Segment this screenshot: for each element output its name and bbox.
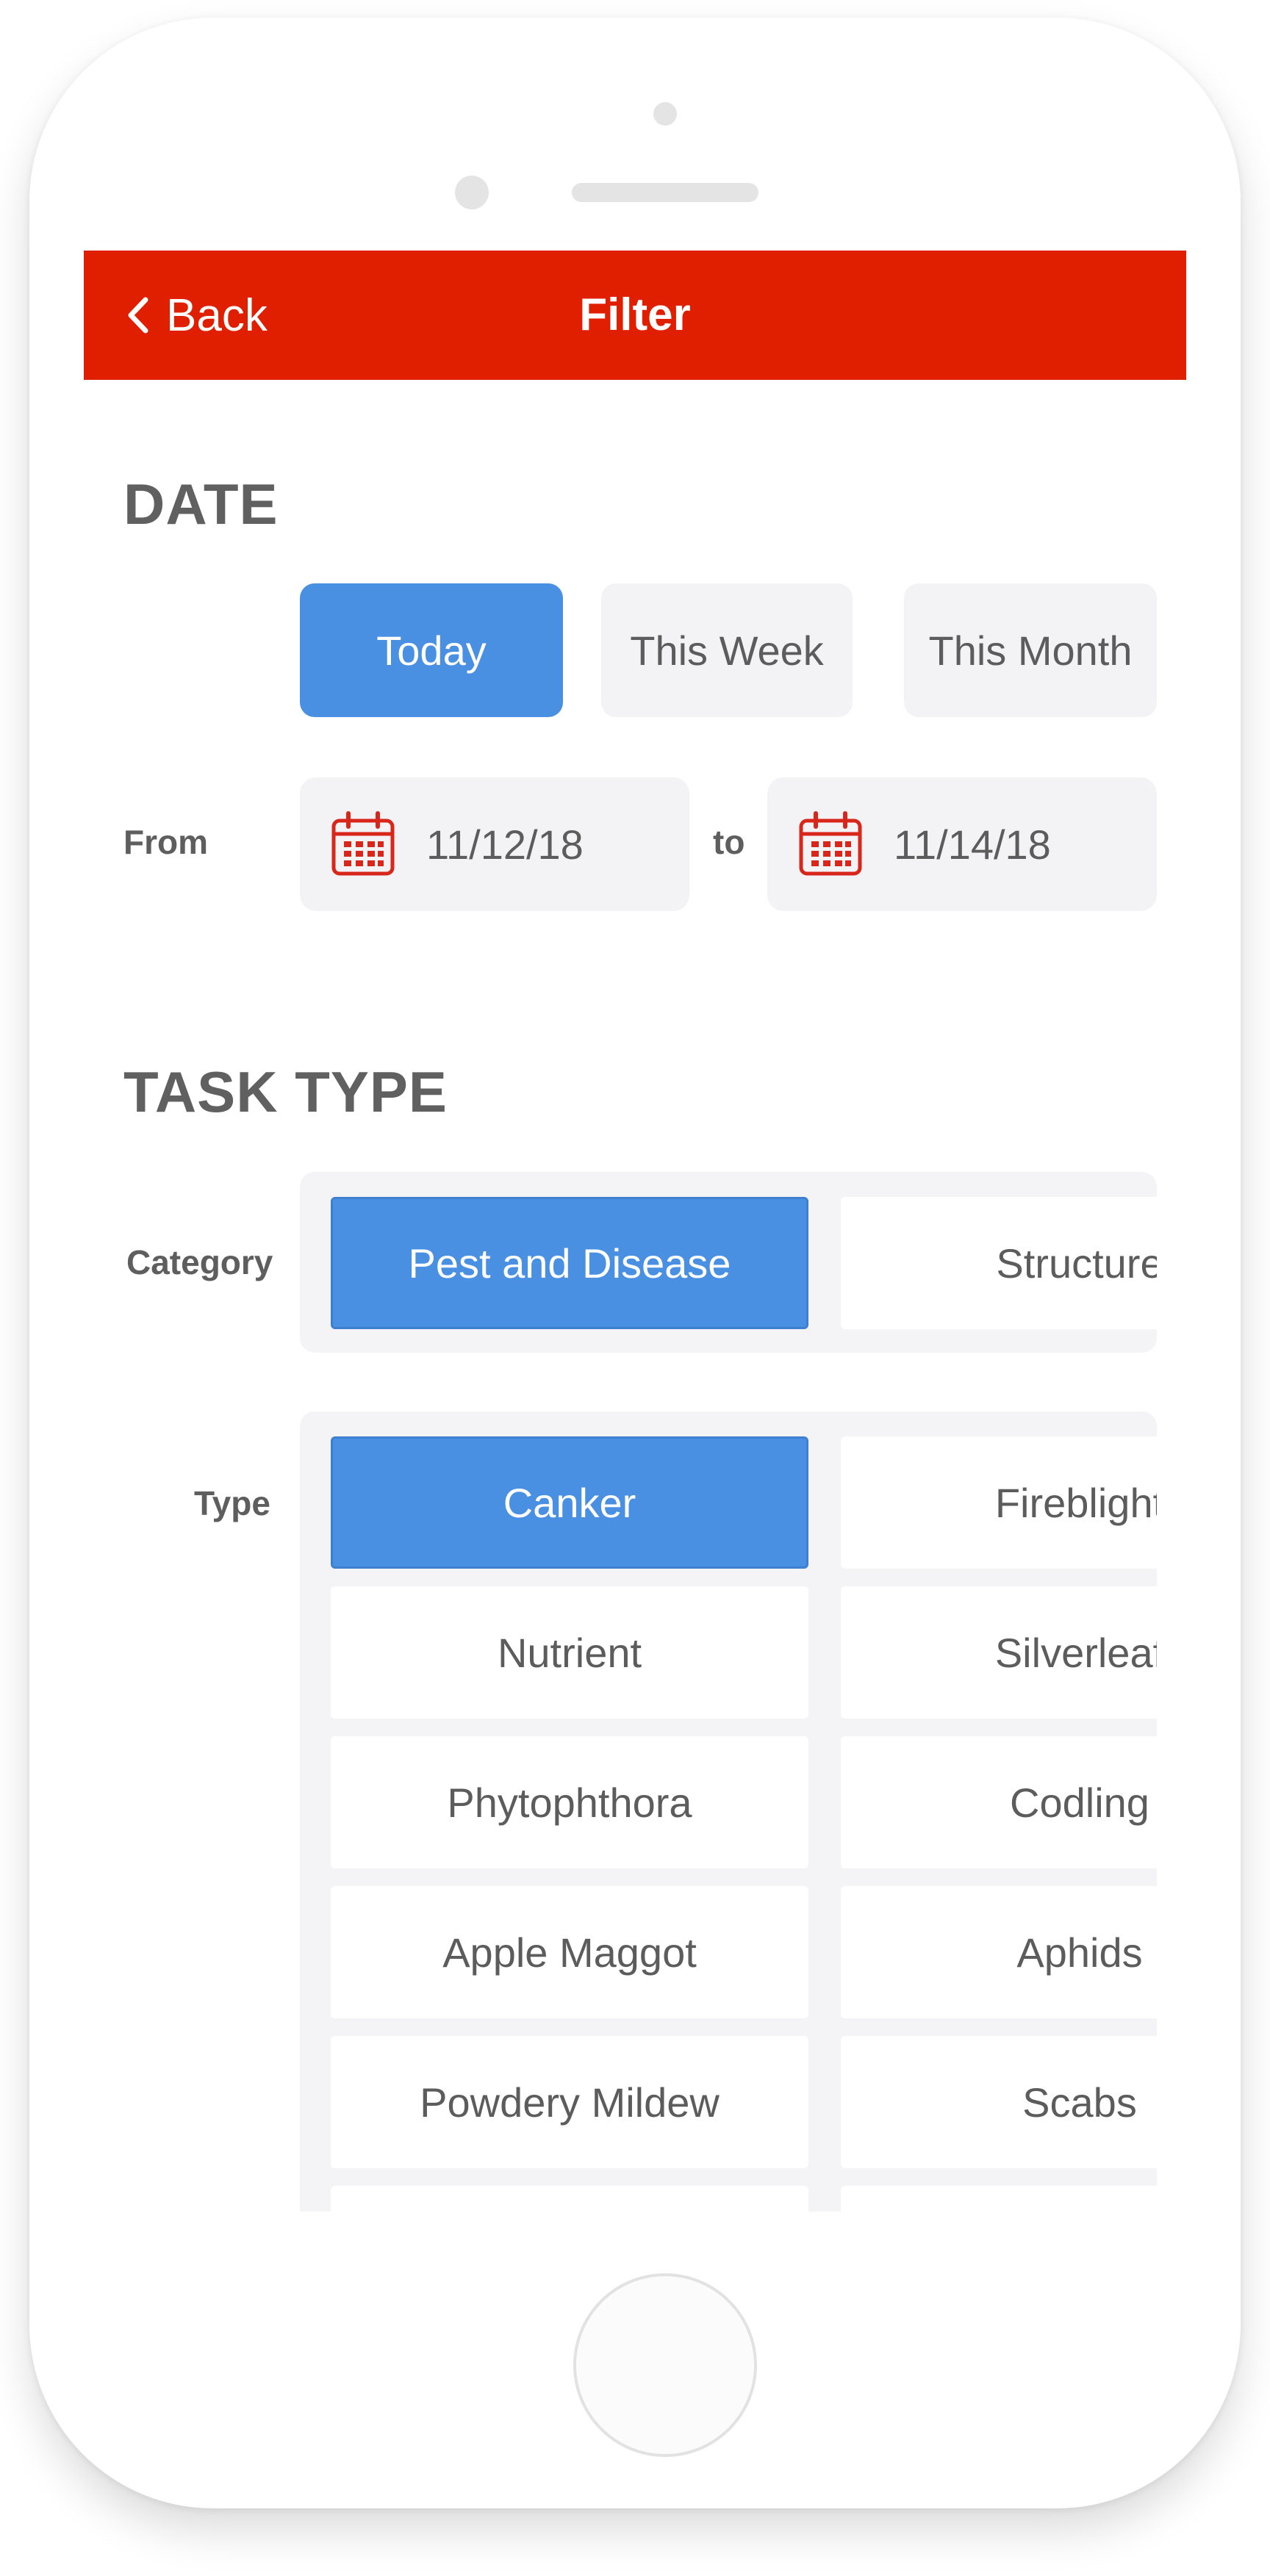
from-date-field[interactable]: 11/12/18 [300, 777, 689, 911]
calendar-icon [799, 811, 862, 876]
type-apple-maggot-button[interactable]: Apple Maggot [331, 1886, 808, 2018]
preset-today-button[interactable]: Today [300, 583, 563, 717]
type-partial-tile[interactable] [841, 2186, 1157, 2212]
category-panel: Pest and Disease Structure [300, 1172, 1157, 1353]
to-date-field[interactable]: 11/14/18 [767, 777, 1157, 911]
chevron-left-icon [128, 297, 148, 334]
back-label: Back [166, 289, 268, 341]
task-type-section-title: TASK TYPE [123, 1059, 448, 1124]
type-powdery-mildew-button[interactable]: Powdery Mildew [331, 2036, 808, 2168]
to-date-value: 11/14/18 [894, 821, 1051, 868]
back-button[interactable]: Back [119, 280, 268, 350]
to-label: to [713, 823, 745, 861]
type-fireblight-button[interactable]: Fireblight [841, 1436, 1157, 1569]
header-bar: Back Filter [84, 251, 1186, 380]
category-label: Category [126, 1243, 273, 1281]
type-partial-tile[interactable] [331, 2186, 808, 2212]
type-phytophthora-button[interactable]: Phytophthora [331, 1736, 808, 1868]
category-structure-button[interactable]: Structure [841, 1197, 1157, 1329]
from-date-value: 11/12/18 [426, 821, 584, 868]
preset-this-week-button[interactable]: This Week [601, 583, 853, 717]
earpiece-speaker [572, 183, 758, 202]
type-label: Type [194, 1484, 270, 1522]
home-button[interactable] [573, 2273, 757, 2457]
front-camera [653, 102, 677, 126]
calendar-icon [331, 811, 395, 876]
type-silverleaf-button[interactable]: Silverleaf [841, 1586, 1157, 1719]
type-panel: Canker Fireblight Nutrient Silverleaf Ph… [300, 1411, 1157, 2212]
date-section-title: DATE [123, 472, 279, 536]
from-label: From [123, 823, 208, 861]
type-scabs-button[interactable]: Scabs [841, 2036, 1157, 2168]
preset-this-month-button[interactable]: This Month [904, 583, 1157, 717]
type-codling-button[interactable]: Codling [841, 1736, 1157, 1868]
type-nutrient-button[interactable]: Nutrient [331, 1586, 808, 1719]
proximity-sensor [455, 176, 489, 209]
type-aphids-button[interactable]: Aphids [841, 1886, 1157, 2018]
type-canker-button[interactable]: Canker [331, 1436, 808, 1569]
app-screen: Back Filter DATE Today This Week This Mo… [84, 251, 1186, 2212]
category-pest-and-disease-button[interactable]: Pest and Disease [331, 1197, 808, 1329]
